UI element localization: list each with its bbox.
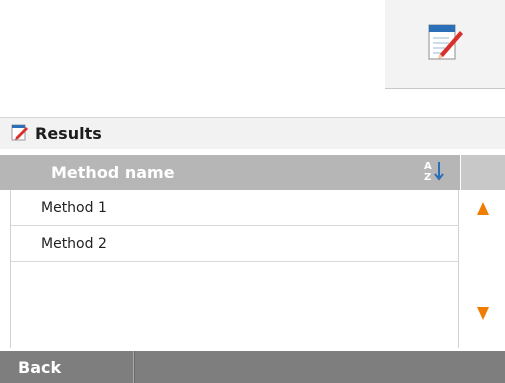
list-item[interactable]: Method 2	[11, 226, 458, 262]
list-item[interactable]: Method 1	[11, 190, 458, 226]
arrow-up-icon[interactable]	[477, 202, 489, 215]
method-name-column-header: Method name	[51, 163, 175, 182]
notes-tool-button[interactable]	[385, 0, 505, 89]
sort-button[interactable]: A Z	[420, 158, 450, 188]
footer-empty-area	[134, 351, 505, 383]
notepad-pencil-icon	[423, 19, 467, 69]
arrow-down-icon[interactable]	[477, 307, 489, 320]
method-list: Method 1 Method 2	[10, 190, 459, 348]
results-title-bar: Results	[0, 117, 505, 149]
sort-az-icon: A Z	[423, 159, 447, 187]
list-header: Method name A Z	[0, 155, 460, 190]
scroll-column-header	[461, 155, 505, 190]
svg-text:Z: Z	[424, 172, 431, 183]
scroll-controls	[461, 190, 505, 348]
footer-bar: Back	[0, 351, 505, 383]
svg-text:A: A	[424, 161, 432, 172]
results-title: Results	[35, 124, 102, 143]
notepad-pencil-icon	[11, 123, 29, 145]
back-button[interactable]: Back	[0, 351, 134, 383]
